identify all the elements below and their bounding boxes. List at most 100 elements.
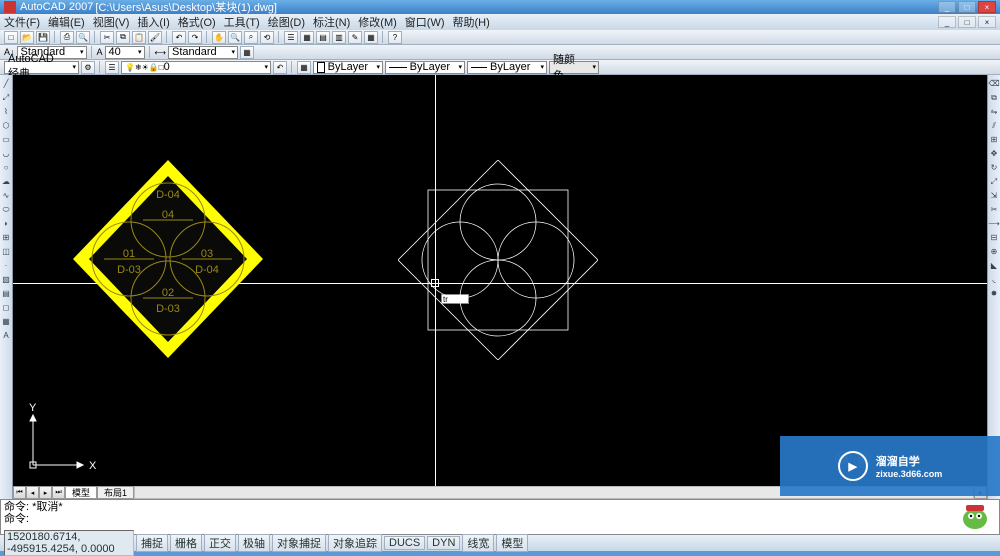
plotstyle-dropdown[interactable]: 随颜色 [549, 61, 599, 74]
zoom-prev-icon[interactable]: ⟲ [260, 31, 274, 44]
break-icon[interactable]: ⊟ [988, 231, 1000, 244]
region-icon[interactable]: ◻ [0, 301, 12, 314]
open-icon[interactable]: 📂 [20, 31, 34, 44]
preview-icon[interactable]: 🔍 [76, 31, 90, 44]
layerprev-icon[interactable]: ↶ [273, 61, 287, 74]
copy-icon[interactable]: ⧉ [116, 31, 130, 44]
layer-dropdown[interactable]: 💡❄☀🔒□ 0 [121, 61, 271, 74]
pline-icon[interactable]: ⌇ [0, 105, 12, 118]
block-icon[interactable]: ◫ [0, 245, 12, 258]
rect-icon[interactable]: ▭ [0, 133, 12, 146]
polygon-icon[interactable]: ⬡ [0, 119, 12, 132]
tab-model[interactable]: 模型 [65, 486, 97, 499]
plot-icon[interactable]: ⎙ [60, 31, 74, 44]
mirror-icon[interactable]: ⇋ [988, 105, 1000, 118]
layerprops-icon[interactable]: ☰ [105, 61, 119, 74]
new-icon[interactable]: □ [4, 31, 18, 44]
menu-view[interactable]: 视图(V) [93, 14, 130, 30]
undo-icon[interactable]: ↶ [172, 31, 186, 44]
xline-icon[interactable]: ⤢ [0, 91, 12, 104]
table-icon[interactable]: ▦ [240, 46, 254, 59]
fillet-icon[interactable]: ◟ [988, 273, 1000, 286]
save-icon[interactable]: 💾 [36, 31, 50, 44]
move-icon[interactable]: ✥ [988, 147, 1000, 160]
menu-tools[interactable]: 工具(T) [224, 14, 260, 30]
offset-icon[interactable]: ⫽ [988, 119, 1000, 132]
snap-toggle[interactable]: 捕捉 [136, 534, 168, 552]
maximize-button[interactable]: □ [958, 1, 976, 13]
dc-icon[interactable]: ▦ [300, 31, 314, 44]
command-line[interactable]: 命令: *取消* 命令: [0, 499, 1000, 535]
explode-icon[interactable]: ✸ [988, 287, 1000, 300]
doc-minimize-button[interactable]: _ [938, 16, 956, 28]
tab-next-icon[interactable]: ▸ [39, 486, 52, 499]
dyn-toggle[interactable]: DYN [427, 536, 460, 550]
gradient-icon[interactable]: ▤ [0, 287, 12, 300]
copyobj-icon[interactable]: ⧉ [988, 91, 1000, 104]
mtext-icon[interactable]: A [0, 329, 12, 342]
menu-dim[interactable]: 标注(N) [313, 14, 350, 30]
ducs-toggle[interactable]: DUCS [384, 536, 425, 550]
ortho-toggle[interactable]: 正交 [204, 534, 236, 552]
revcloud-icon[interactable]: ☁ [0, 175, 12, 188]
join-icon[interactable]: ⊕ [988, 245, 1000, 258]
chamfer-icon[interactable]: ◣ [988, 259, 1000, 272]
markup-icon[interactable]: ✎ [348, 31, 362, 44]
ssm-icon[interactable]: ▥ [332, 31, 346, 44]
color-btn-icon[interactable]: ▦ [297, 61, 311, 74]
minimize-button[interactable]: _ [938, 1, 956, 13]
tab-first-icon[interactable]: ⏮ [13, 486, 26, 499]
cut-icon[interactable]: ✂ [100, 31, 114, 44]
calc-icon[interactable]: ▦ [364, 31, 378, 44]
menu-window[interactable]: 窗口(W) [405, 14, 445, 30]
doc-maximize-button[interactable]: □ [958, 16, 976, 28]
paste-icon[interactable]: 📋 [132, 31, 146, 44]
hatch-icon[interactable]: ▨ [0, 273, 12, 286]
workspace-dropdown[interactable]: AutoCAD 经典 [4, 61, 79, 74]
menu-edit[interactable]: 编辑(E) [48, 14, 85, 30]
tp-icon[interactable]: ▤ [316, 31, 330, 44]
tab-last-icon[interactable]: ⏭ [52, 486, 65, 499]
size-dropdown[interactable]: 40 [105, 46, 145, 59]
circle-icon[interactable]: ○ [0, 161, 12, 174]
rotate-icon[interactable]: ↻ [988, 161, 1000, 174]
color-dropdown[interactable]: ByLayer [313, 61, 383, 74]
array-icon[interactable]: ⊞ [988, 133, 1000, 146]
help-icon[interactable]: ? [388, 31, 402, 44]
line-icon[interactable]: ╱ [0, 77, 12, 90]
close-button[interactable]: × [978, 1, 996, 13]
scale-icon[interactable]: ⤢ [988, 175, 1000, 188]
trim-icon[interactable]: ✂ [988, 203, 1000, 216]
model-toggle[interactable]: 模型 [496, 534, 528, 552]
menu-help[interactable]: 帮助(H) [453, 14, 490, 30]
menu-modify[interactable]: 修改(M) [358, 14, 397, 30]
match-icon[interactable]: 🖌 [148, 31, 162, 44]
lineweight-dropdown[interactable]: ByLayer [467, 61, 547, 74]
menu-draw[interactable]: 绘图(D) [268, 14, 305, 30]
props-icon[interactable]: ☰ [284, 31, 298, 44]
tab-layout1[interactable]: 布局1 [97, 486, 134, 499]
lwt-toggle[interactable]: 线宽 [462, 534, 494, 552]
erase-icon[interactable]: ⌫ [988, 77, 1000, 90]
extend-icon[interactable]: ⟶ [988, 217, 1000, 230]
osnap-toggle[interactable]: 对象捕捉 [272, 534, 326, 552]
menu-file[interactable]: 文件(F) [4, 14, 40, 30]
menu-insert[interactable]: 插入(I) [137, 14, 169, 30]
zoom-win-icon[interactable]: ⌕ [244, 31, 258, 44]
insert-icon[interactable]: ⊞ [0, 231, 12, 244]
point-icon[interactable]: · [0, 259, 12, 272]
otrack-toggle[interactable]: 对象追踪 [328, 534, 382, 552]
polar-toggle[interactable]: 极轴 [238, 534, 270, 552]
linetype-dropdown[interactable]: ByLayer [385, 61, 465, 74]
pan-icon[interactable]: ✋ [212, 31, 226, 44]
ellipse-icon[interactable]: ⬭ [0, 203, 12, 216]
ellipsearc-icon[interactable]: ◗ [0, 217, 12, 230]
doc-close-button[interactable]: × [978, 16, 996, 28]
menu-format[interactable]: 格式(O) [178, 14, 216, 30]
tab-prev-icon[interactable]: ◂ [26, 486, 39, 499]
arc-icon[interactable]: ◡ [0, 147, 12, 160]
zoom-rt-icon[interactable]: 🔍 [228, 31, 242, 44]
spline-icon[interactable]: ∿ [0, 189, 12, 202]
grid-toggle[interactable]: 栅格 [170, 534, 202, 552]
dimstyle-dropdown[interactable]: Standard [168, 46, 238, 59]
